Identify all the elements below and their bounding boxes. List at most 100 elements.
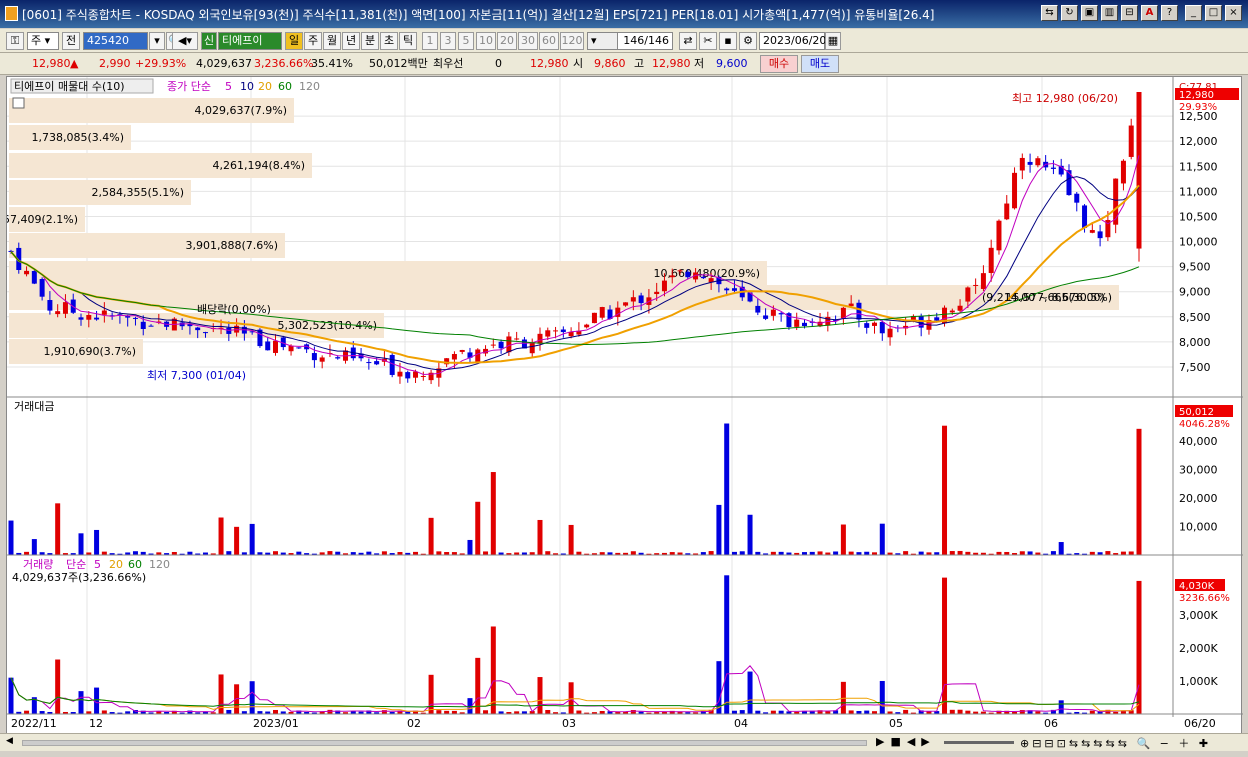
candle bbox=[778, 313, 784, 315]
code-input[interactable]: 425420 bbox=[83, 32, 148, 50]
table-icon[interactable] bbox=[12, 97, 25, 109]
profile-bar bbox=[9, 285, 1119, 310]
amount-tick-label: 40,000 bbox=[1179, 435, 1218, 448]
x-tick-label: 2023/01 bbox=[253, 717, 299, 730]
period-minute[interactable]: 분 bbox=[361, 32, 379, 50]
candle bbox=[1089, 230, 1095, 233]
period-second[interactable]: 초 bbox=[380, 32, 398, 50]
interval-1[interactable]: 1 bbox=[422, 32, 438, 50]
minimize-button[interactable]: _ bbox=[1185, 5, 1202, 21]
scroll-left-icon[interactable]: ◀ bbox=[6, 736, 16, 748]
status-tools[interactable]: ⊕⊟⊟⊡⇆⇆⇆⇆⇆ 🔍 − ＋ ✚ bbox=[1020, 735, 1211, 751]
all-button[interactable]: 전 bbox=[62, 32, 80, 50]
period-month[interactable]: 월 bbox=[323, 32, 341, 50]
maximize-button[interactable]: □ bbox=[1205, 5, 1222, 21]
scroll-icon[interactable]: ⇄ bbox=[679, 32, 697, 50]
zoom-slider[interactable] bbox=[944, 741, 1014, 744]
interval-3[interactable]: 3 bbox=[440, 32, 456, 50]
speaker-icon[interactable]: ◀▾ bbox=[172, 32, 198, 50]
candle bbox=[366, 362, 372, 364]
interval-20[interactable]: 20 bbox=[497, 32, 517, 50]
candle bbox=[140, 321, 146, 330]
interval-120[interactable]: 120 bbox=[560, 32, 584, 50]
ma-60-label: 60 bbox=[278, 80, 292, 93]
sell-button[interactable]: 매도 bbox=[801, 55, 839, 73]
volume-last-tag: 4,030K bbox=[1179, 581, 1215, 592]
print-icon[interactable]: ⊟ bbox=[1121, 5, 1138, 21]
candle bbox=[584, 324, 590, 328]
y-tick-label: 11,500 bbox=[1179, 160, 1218, 173]
dividend-note: 배당락(0.00%) bbox=[197, 303, 271, 316]
best-bid: 0 bbox=[495, 57, 502, 70]
amount-bar bbox=[840, 524, 846, 555]
period-day[interactable]: 일 bbox=[285, 32, 303, 50]
high-label: 고 bbox=[634, 57, 645, 70]
settings-icon[interactable]: ⚙ bbox=[739, 32, 757, 50]
amount-bar bbox=[1058, 542, 1064, 555]
volume-bar bbox=[949, 709, 955, 714]
period-week[interactable]: 주 bbox=[304, 32, 322, 50]
amount-y-axis: 40,000 30,000 20,000 10,000 bbox=[1179, 435, 1218, 533]
candle bbox=[1074, 193, 1080, 203]
y-tick-label: 7,500 bbox=[1179, 361, 1211, 374]
lock-icon[interactable]: ⚿ bbox=[6, 32, 24, 50]
amount-bar bbox=[101, 551, 107, 555]
x-tick-label: 05 bbox=[889, 717, 903, 730]
close-button[interactable]: × bbox=[1225, 5, 1242, 21]
amount-bar bbox=[957, 550, 963, 555]
buy-button[interactable]: 매수 bbox=[760, 55, 798, 73]
chart-area[interactable]: 4,029,637(7.9%) 1,738,085(3.4%) 4,261,194(… bbox=[0, 76, 1243, 744]
count-field[interactable]: 146/146 bbox=[617, 32, 673, 50]
x-tick-label: 03 bbox=[562, 717, 576, 730]
screen-icon[interactable]: ▣ bbox=[1081, 5, 1098, 21]
candle bbox=[591, 312, 597, 324]
interval-5[interactable]: 5 bbox=[458, 32, 474, 50]
interval-10[interactable]: 10 bbox=[476, 32, 496, 50]
amount-bar bbox=[234, 526, 240, 555]
period-tick[interactable]: 틱 bbox=[399, 32, 417, 50]
playback-controls[interactable]: ▶■◀▶ bbox=[876, 735, 936, 748]
stock-name[interactable]: 티에프이 bbox=[218, 32, 282, 50]
candle bbox=[1097, 231, 1103, 239]
candle bbox=[311, 353, 317, 361]
profile-label: 2,584,355(5.1%) bbox=[91, 186, 184, 199]
type-select[interactable]: 주 ▾ bbox=[27, 32, 59, 50]
candle bbox=[957, 305, 963, 311]
save-icon[interactable]: ▪ bbox=[719, 32, 737, 50]
amount-bar bbox=[490, 472, 496, 555]
chart-svg[interactable]: 4,029,637(7.9%) 1,738,085(3.4%) 4,261,194(… bbox=[0, 77, 1243, 744]
amount-bar bbox=[78, 533, 84, 555]
volume-bar bbox=[436, 710, 442, 714]
font-icon[interactable]: A bbox=[1141, 5, 1158, 21]
amount-bar bbox=[1136, 428, 1142, 555]
candle bbox=[39, 279, 45, 297]
candle bbox=[879, 322, 885, 334]
candle bbox=[374, 361, 380, 365]
link-icon[interactable]: ⇆ bbox=[1041, 5, 1058, 21]
amount-bar bbox=[218, 517, 224, 555]
y-tick-label: 9,500 bbox=[1179, 261, 1211, 274]
tools-icon[interactable]: ✂ bbox=[699, 32, 717, 50]
calendar-icon[interactable]: ▦ bbox=[825, 32, 841, 50]
period-year[interactable]: 년 bbox=[342, 32, 360, 50]
interval-60[interactable]: 60 bbox=[539, 32, 559, 50]
help-icon[interactable]: ? bbox=[1161, 5, 1178, 21]
amount-bar bbox=[381, 551, 387, 555]
candle bbox=[132, 317, 138, 319]
ma-20-label: 20 bbox=[258, 80, 272, 93]
interval-30[interactable]: 30 bbox=[518, 32, 538, 50]
amount-tick-label: 10,000 bbox=[1179, 521, 1218, 534]
profile-label: 1,910,690(3.7%) bbox=[43, 345, 136, 358]
refresh-icon[interactable]: ↻ bbox=[1061, 5, 1078, 21]
main-toolbar: ⚿ 주 ▾ 전 425420 ▾ 🔍 ◀▾ 신 티에프이 일 주 월 년 분 초… bbox=[0, 29, 1248, 53]
volume-bar bbox=[545, 709, 551, 714]
ma-120-label: 120 bbox=[299, 80, 320, 93]
candle bbox=[529, 343, 535, 354]
date-input[interactable]: 2023/06/20 bbox=[759, 32, 826, 50]
volume-pct: 3,236.66% bbox=[254, 57, 314, 70]
y-tick-label: 8,000 bbox=[1179, 336, 1211, 349]
layout-icon[interactable]: ▥ bbox=[1101, 5, 1118, 21]
horizontal-scrollbar[interactable] bbox=[22, 740, 867, 746]
dropdown-icon[interactable]: ▾ bbox=[149, 32, 165, 50]
price-change: 2,990 bbox=[99, 57, 131, 70]
